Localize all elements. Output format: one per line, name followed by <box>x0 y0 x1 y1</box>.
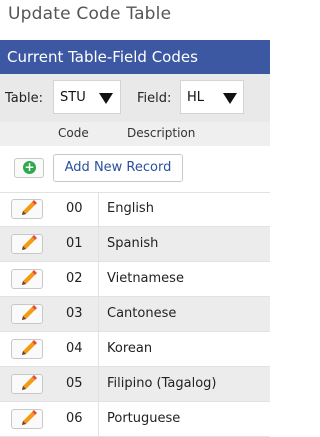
row-code: 03 <box>66 306 83 321</box>
add-record-row: + Add New Record <box>0 146 270 193</box>
table-header: Code Description <box>0 122 270 147</box>
cell-divider <box>98 297 99 331</box>
row-code: 05 <box>66 376 83 391</box>
dropdown-arrow-icon <box>99 93 113 104</box>
code-table-body: 00 English 01 Spanish 02 Vietnamese 03 C… <box>0 192 270 437</box>
cell-divider <box>98 332 99 366</box>
pencil-icon <box>22 305 37 320</box>
row-description: Vietnamese <box>107 271 184 286</box>
cell-divider <box>98 402 99 436</box>
cell-divider <box>98 227 99 261</box>
row-description: English <box>107 201 154 216</box>
dropdown-arrow-icon <box>223 93 237 104</box>
edit-button[interactable] <box>11 304 43 324</box>
field-select-value: HL <box>187 90 205 105</box>
column-header-code: Code <box>58 126 89 140</box>
row-description: Korean <box>107 341 153 356</box>
cell-divider <box>98 262 99 296</box>
edit-button[interactable] <box>11 269 43 289</box>
row-code: 06 <box>66 411 83 426</box>
table-select-value: STU <box>60 90 86 105</box>
table-row: 00 English <box>0 192 270 227</box>
field-select[interactable]: HL <box>180 80 244 114</box>
add-new-record-button[interactable]: Add New Record <box>53 154 183 182</box>
add-circle-icon: + <box>23 160 36 174</box>
cell-divider <box>98 192 99 226</box>
table-row: 05 Filipino (Tagalog) <box>0 367 270 402</box>
row-description: Spanish <box>107 236 159 251</box>
pencil-icon <box>22 410 37 425</box>
table-row: 01 Spanish <box>0 227 270 262</box>
table-row: 03 Cantonese <box>0 297 270 332</box>
table-row: 04 Korean <box>0 332 270 367</box>
edit-button[interactable] <box>11 409 43 429</box>
row-description: Portuguese <box>107 411 181 426</box>
edit-button[interactable] <box>11 199 43 219</box>
table-row: 02 Vietnamese <box>0 262 270 297</box>
pencil-icon <box>22 375 37 390</box>
pencil-icon <box>22 200 37 215</box>
page-title: Update Code Table <box>8 4 172 24</box>
filter-bar: Table: STU Field: HL <box>0 74 270 122</box>
edit-button[interactable] <box>11 374 43 394</box>
cell-divider <box>98 367 99 401</box>
pencil-icon <box>22 235 37 250</box>
section-header: Current Table-Field Codes <box>0 40 270 74</box>
row-code: 00 <box>66 201 83 216</box>
pencil-icon <box>22 270 37 285</box>
row-code: 01 <box>66 236 83 251</box>
table-select[interactable]: STU <box>53 80 121 114</box>
table-label: Table: <box>5 91 43 106</box>
row-description: Filipino (Tagalog) <box>107 376 217 391</box>
field-label: Field: <box>137 91 172 106</box>
add-record-icon-button[interactable]: + <box>14 158 44 178</box>
column-header-description: Description <box>127 126 196 140</box>
row-description: Cantonese <box>107 306 177 321</box>
row-code: 04 <box>66 341 83 356</box>
edit-button[interactable] <box>11 234 43 254</box>
pencil-icon <box>22 340 37 355</box>
edit-button[interactable] <box>11 339 43 359</box>
row-code: 02 <box>66 271 83 286</box>
